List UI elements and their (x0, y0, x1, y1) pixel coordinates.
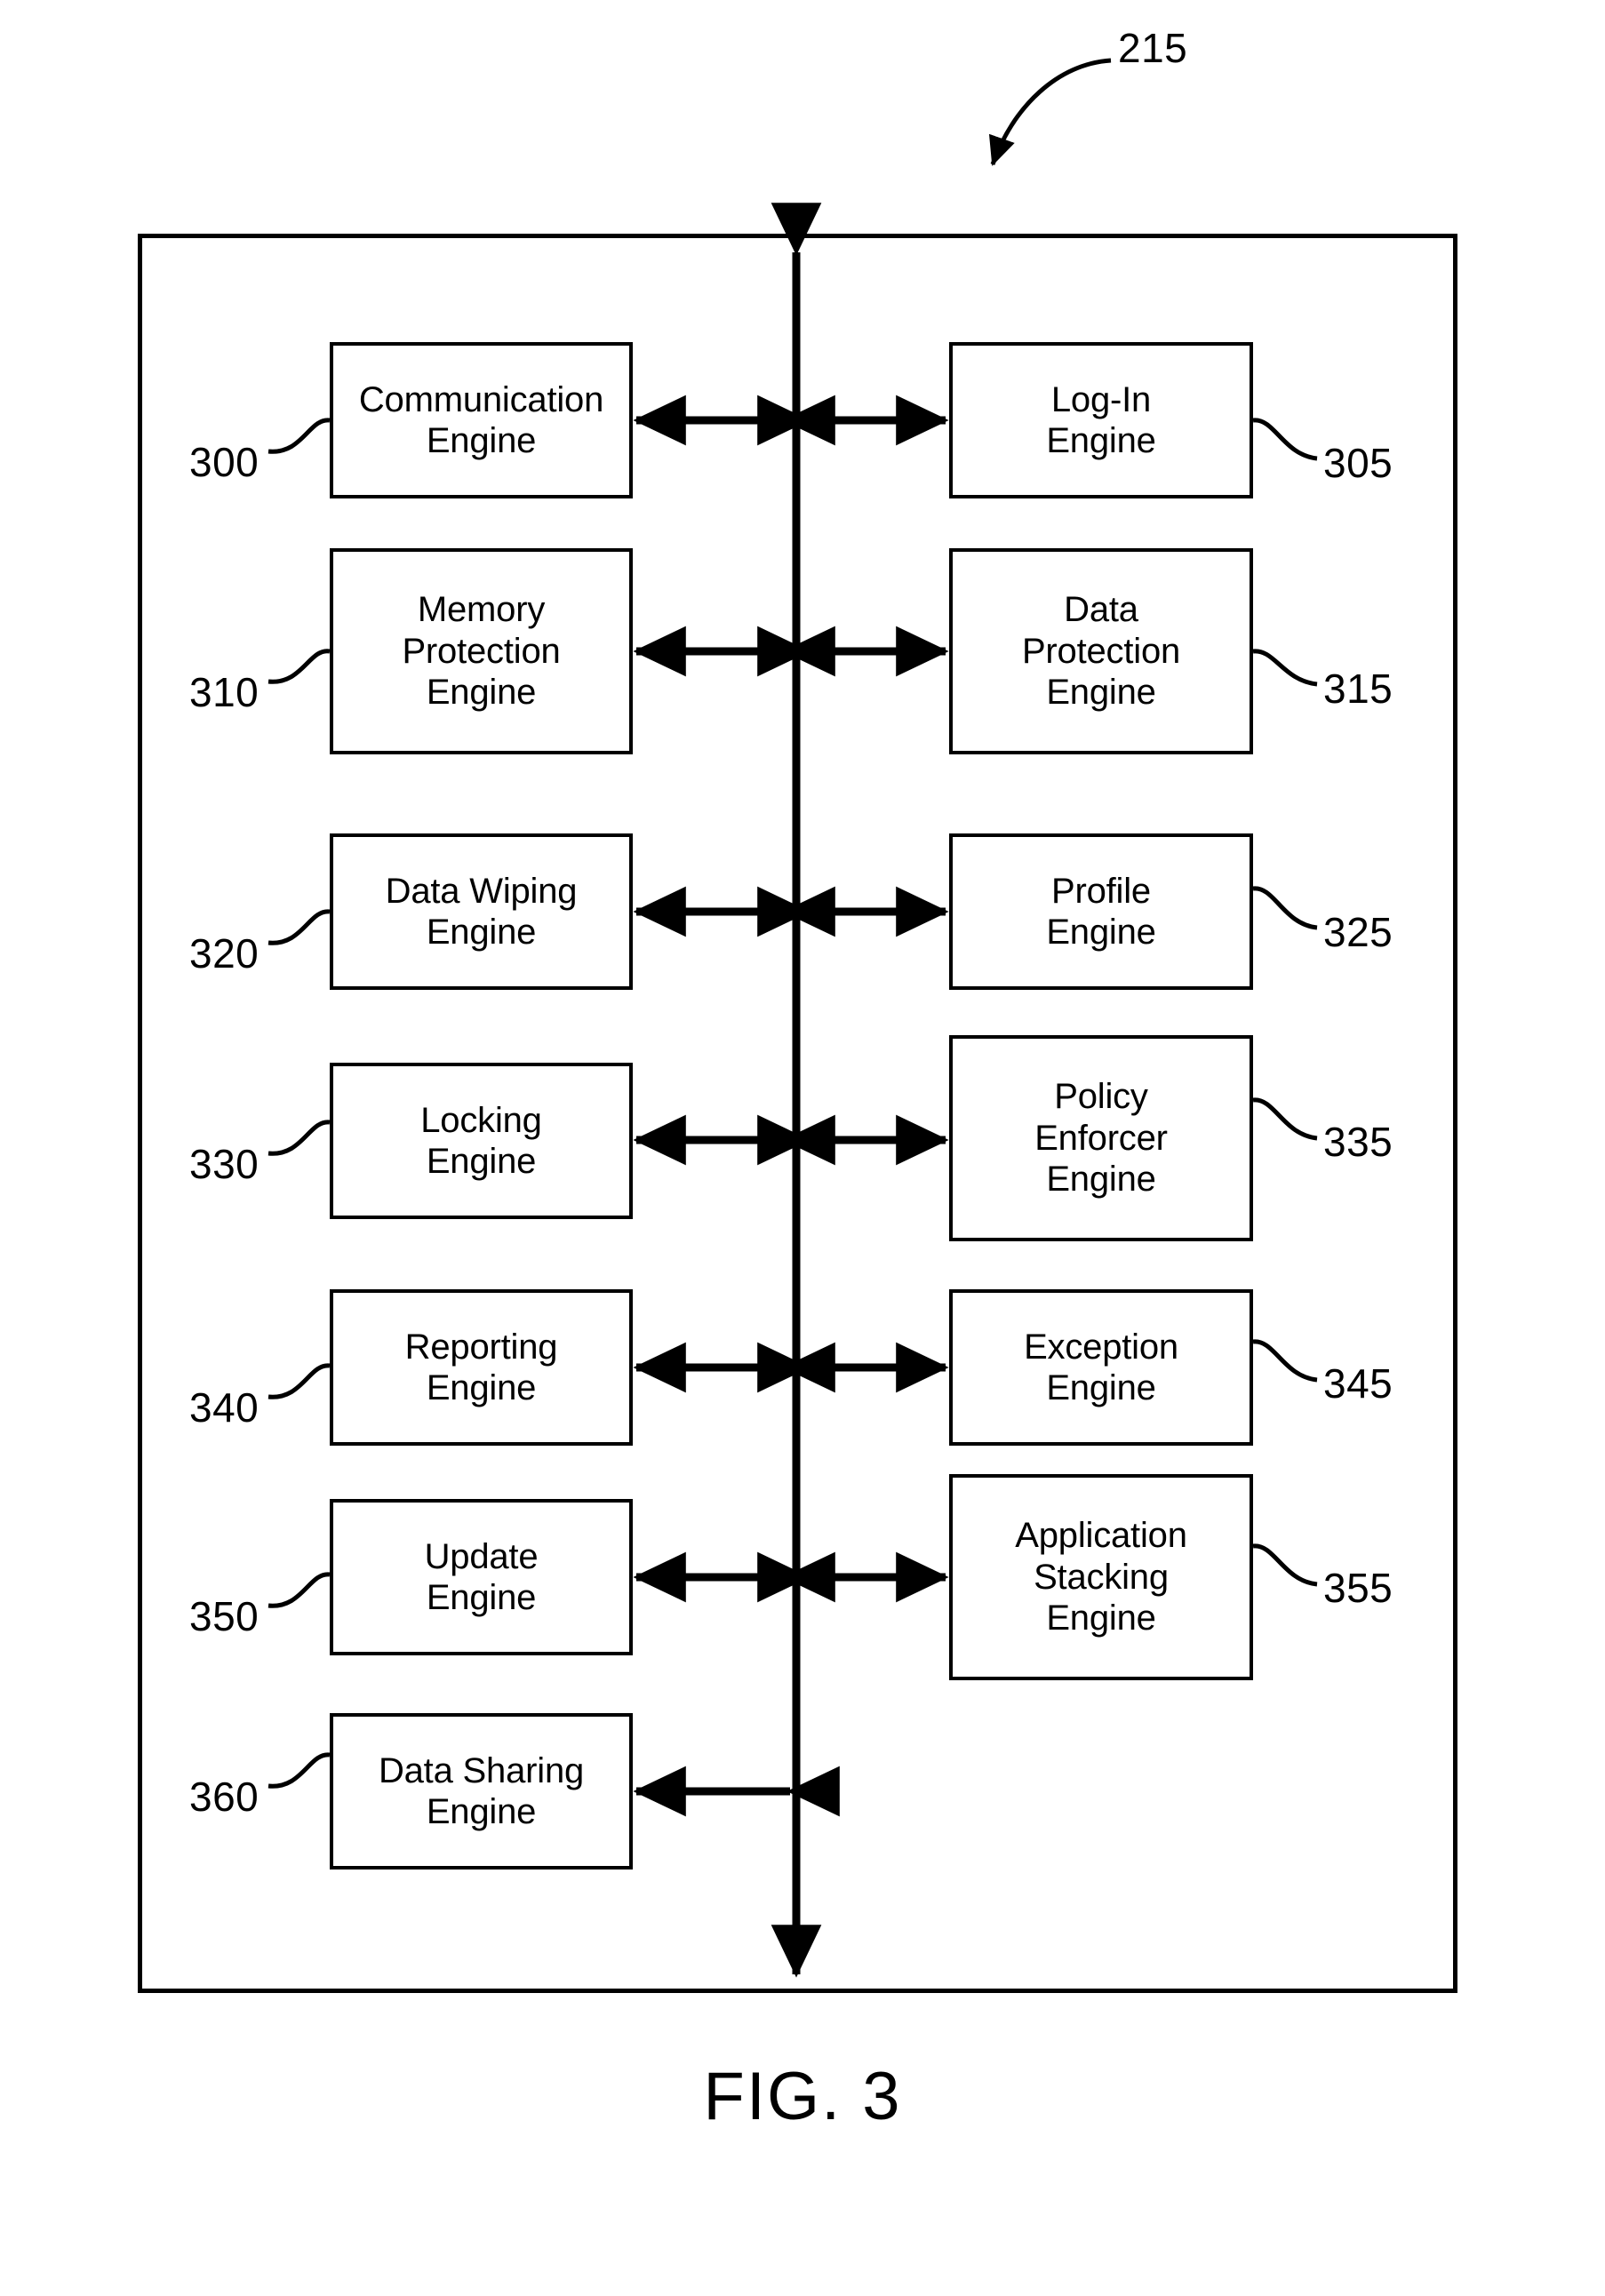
ref-numeral-330: 330 (189, 1141, 260, 1187)
ref-numeral-350: 350 (189, 1593, 260, 1639)
ref-numeral-355: 355 (1323, 1565, 1393, 1611)
engine-label: Reporting Engine (404, 1327, 558, 1407)
engine-label: Data Protection Engine (1021, 590, 1181, 713)
engine-label: Application Stacking Engine (1015, 1516, 1187, 1638)
ref-numeral-310: 310 (189, 669, 260, 715)
engine-box-data-wiping: Data Wiping Engine (330, 833, 633, 990)
engine-box-application-stacking: Application Stacking Engine (949, 1474, 1253, 1680)
engine-box-reporting: Reporting Engine (330, 1289, 633, 1446)
engine-box-profile: Profile Engine (949, 833, 1253, 990)
ref-numeral-320: 320 (189, 930, 260, 977)
engine-box-locking: Locking Engine (330, 1063, 633, 1219)
ref-numeral-300: 300 (189, 439, 260, 485)
engine-box-policy-enforcer: Policy Enforcer Engine (949, 1035, 1253, 1241)
engine-label: Memory Protection Engine (402, 590, 561, 713)
engine-label: Policy Enforcer Engine (1034, 1077, 1168, 1200)
engine-label: Locking Engine (420, 1100, 542, 1181)
engine-label: Communication Engine (358, 379, 604, 460)
ref-numeral-340: 340 (189, 1384, 260, 1431)
ref-numeral-345: 345 (1323, 1360, 1393, 1407)
ref-numeral-315: 315 (1323, 666, 1393, 712)
engine-label: Log-In Engine (1046, 379, 1156, 460)
engine-box-communication: Communication Engine (330, 342, 633, 498)
engine-box-log-in: Log-In Engine (949, 342, 1253, 498)
engine-box-data-sharing: Data Sharing Engine (330, 1713, 633, 1869)
engine-box-memory-protection: Memory Protection Engine (330, 548, 633, 754)
engine-label: Update Engine (424, 1536, 539, 1617)
ref-numeral-360: 360 (189, 1774, 260, 1820)
ref-numeral-335: 335 (1323, 1119, 1393, 1165)
engine-label: Data Sharing Engine (378, 1750, 585, 1831)
ref-numeral-325: 325 (1323, 909, 1393, 955)
figure-caption: FIG. 3 (703, 2059, 902, 2134)
engine-box-data-protection: Data Protection Engine (949, 548, 1253, 754)
engine-label: Data Wiping Engine (385, 871, 578, 952)
engine-label: Exception Engine (1024, 1327, 1178, 1407)
ref-numeral-215: 215 (1118, 25, 1188, 71)
engine-box-update: Update Engine (330, 1499, 633, 1655)
patent-figure: Communication Engine Memory Protection E… (0, 0, 1605, 2296)
engine-label: Profile Engine (1046, 871, 1156, 952)
engine-box-exception: Exception Engine (949, 1289, 1253, 1446)
leader-line-215 (988, 58, 1112, 166)
ref-numeral-305: 305 (1323, 440, 1393, 486)
